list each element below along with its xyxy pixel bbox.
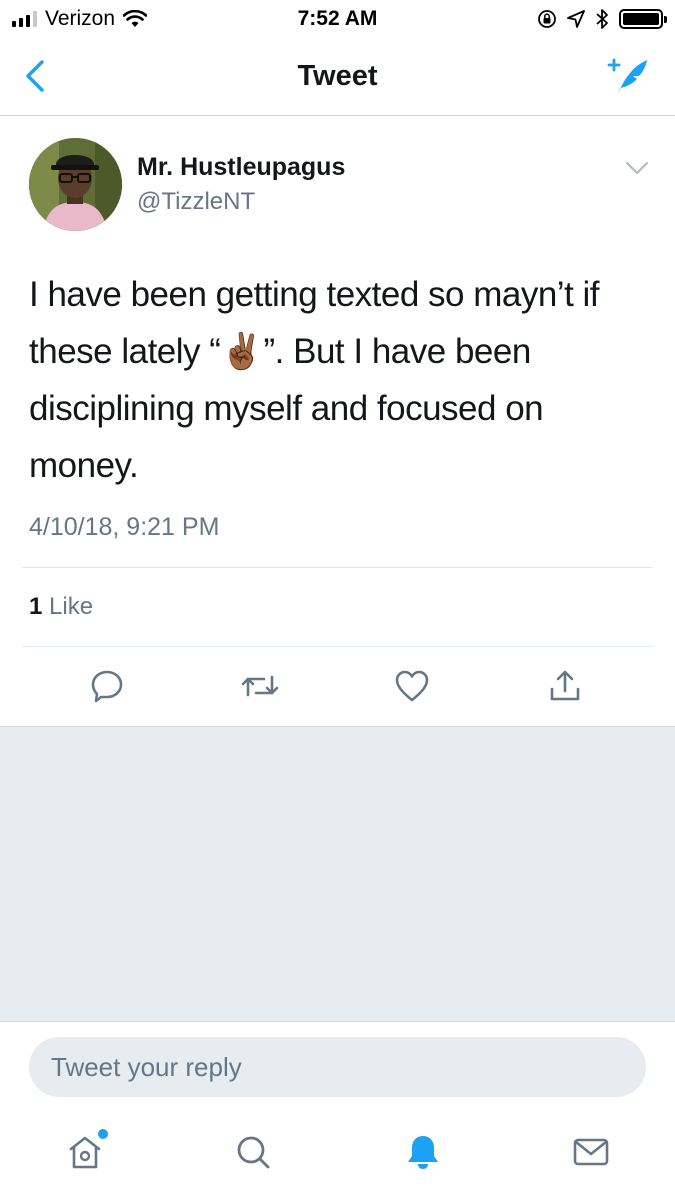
avatar-image (29, 138, 122, 231)
share-button[interactable] (543, 664, 587, 708)
envelope-icon (573, 1138, 609, 1166)
carrier-name: Verizon (45, 7, 116, 30)
status-bar: Verizon 7:52 AM (0, 0, 675, 38)
reply-button[interactable] (85, 664, 129, 708)
tweet-actions (0, 664, 675, 708)
tab-messages[interactable] (566, 1127, 616, 1177)
user-handle[interactable]: @TizzleNT (137, 188, 255, 216)
wifi-icon (123, 10, 148, 27)
tweet-timestamp: 4/10/18, 9:21 PM (29, 513, 220, 541)
retweet-icon (241, 675, 279, 697)
signal-strength-icon (12, 11, 37, 27)
battery-icon (619, 9, 667, 29)
reply-input[interactable] (29, 1037, 646, 1097)
chevron-left-icon[interactable] (18, 58, 54, 94)
page-title: Tweet (297, 60, 378, 92)
display-name[interactable]: Mr. Hustleupagus (137, 153, 345, 182)
status-left: Verizon (12, 7, 148, 31)
heart-icon (395, 670, 429, 702)
tab-notifications[interactable] (398, 1127, 448, 1177)
retweet-button[interactable] (238, 664, 282, 708)
screen: Verizon 7:52 AM Tweet Mr. Hustleupagus @… (0, 0, 675, 1200)
chevron-down-icon[interactable] (625, 160, 649, 176)
compose-feather-icon[interactable] (603, 56, 649, 98)
tweet-detail: Mr. Hustleupagus @TizzleNT I have been g… (0, 116, 675, 726)
reply-bar (0, 1021, 675, 1111)
like-label: Like (49, 593, 94, 620)
tab-search[interactable] (228, 1127, 278, 1177)
status-right (537, 8, 667, 30)
location-icon (567, 10, 585, 28)
bluetooth-icon (596, 9, 608, 29)
avatar[interactable] (29, 138, 122, 231)
divider (22, 646, 653, 647)
like-count: 1 (29, 593, 43, 620)
search-icon (237, 1136, 270, 1169)
replies-area (0, 726, 675, 1021)
tab-bar (0, 1111, 675, 1200)
reply-bubble-icon (91, 670, 123, 703)
like-button[interactable] (390, 664, 434, 708)
rotation-lock-icon (538, 10, 556, 28)
tweet-text: I have been getting texted so mayn’t if … (29, 275, 600, 485)
share-icon (550, 670, 580, 701)
divider (22, 567, 653, 568)
notification-dot (98, 1129, 108, 1139)
tab-home[interactable] (60, 1127, 110, 1177)
like-count-link[interactable]: 1 Like (29, 593, 93, 621)
bell-icon (408, 1136, 438, 1169)
nav-bar: Tweet (0, 38, 675, 116)
